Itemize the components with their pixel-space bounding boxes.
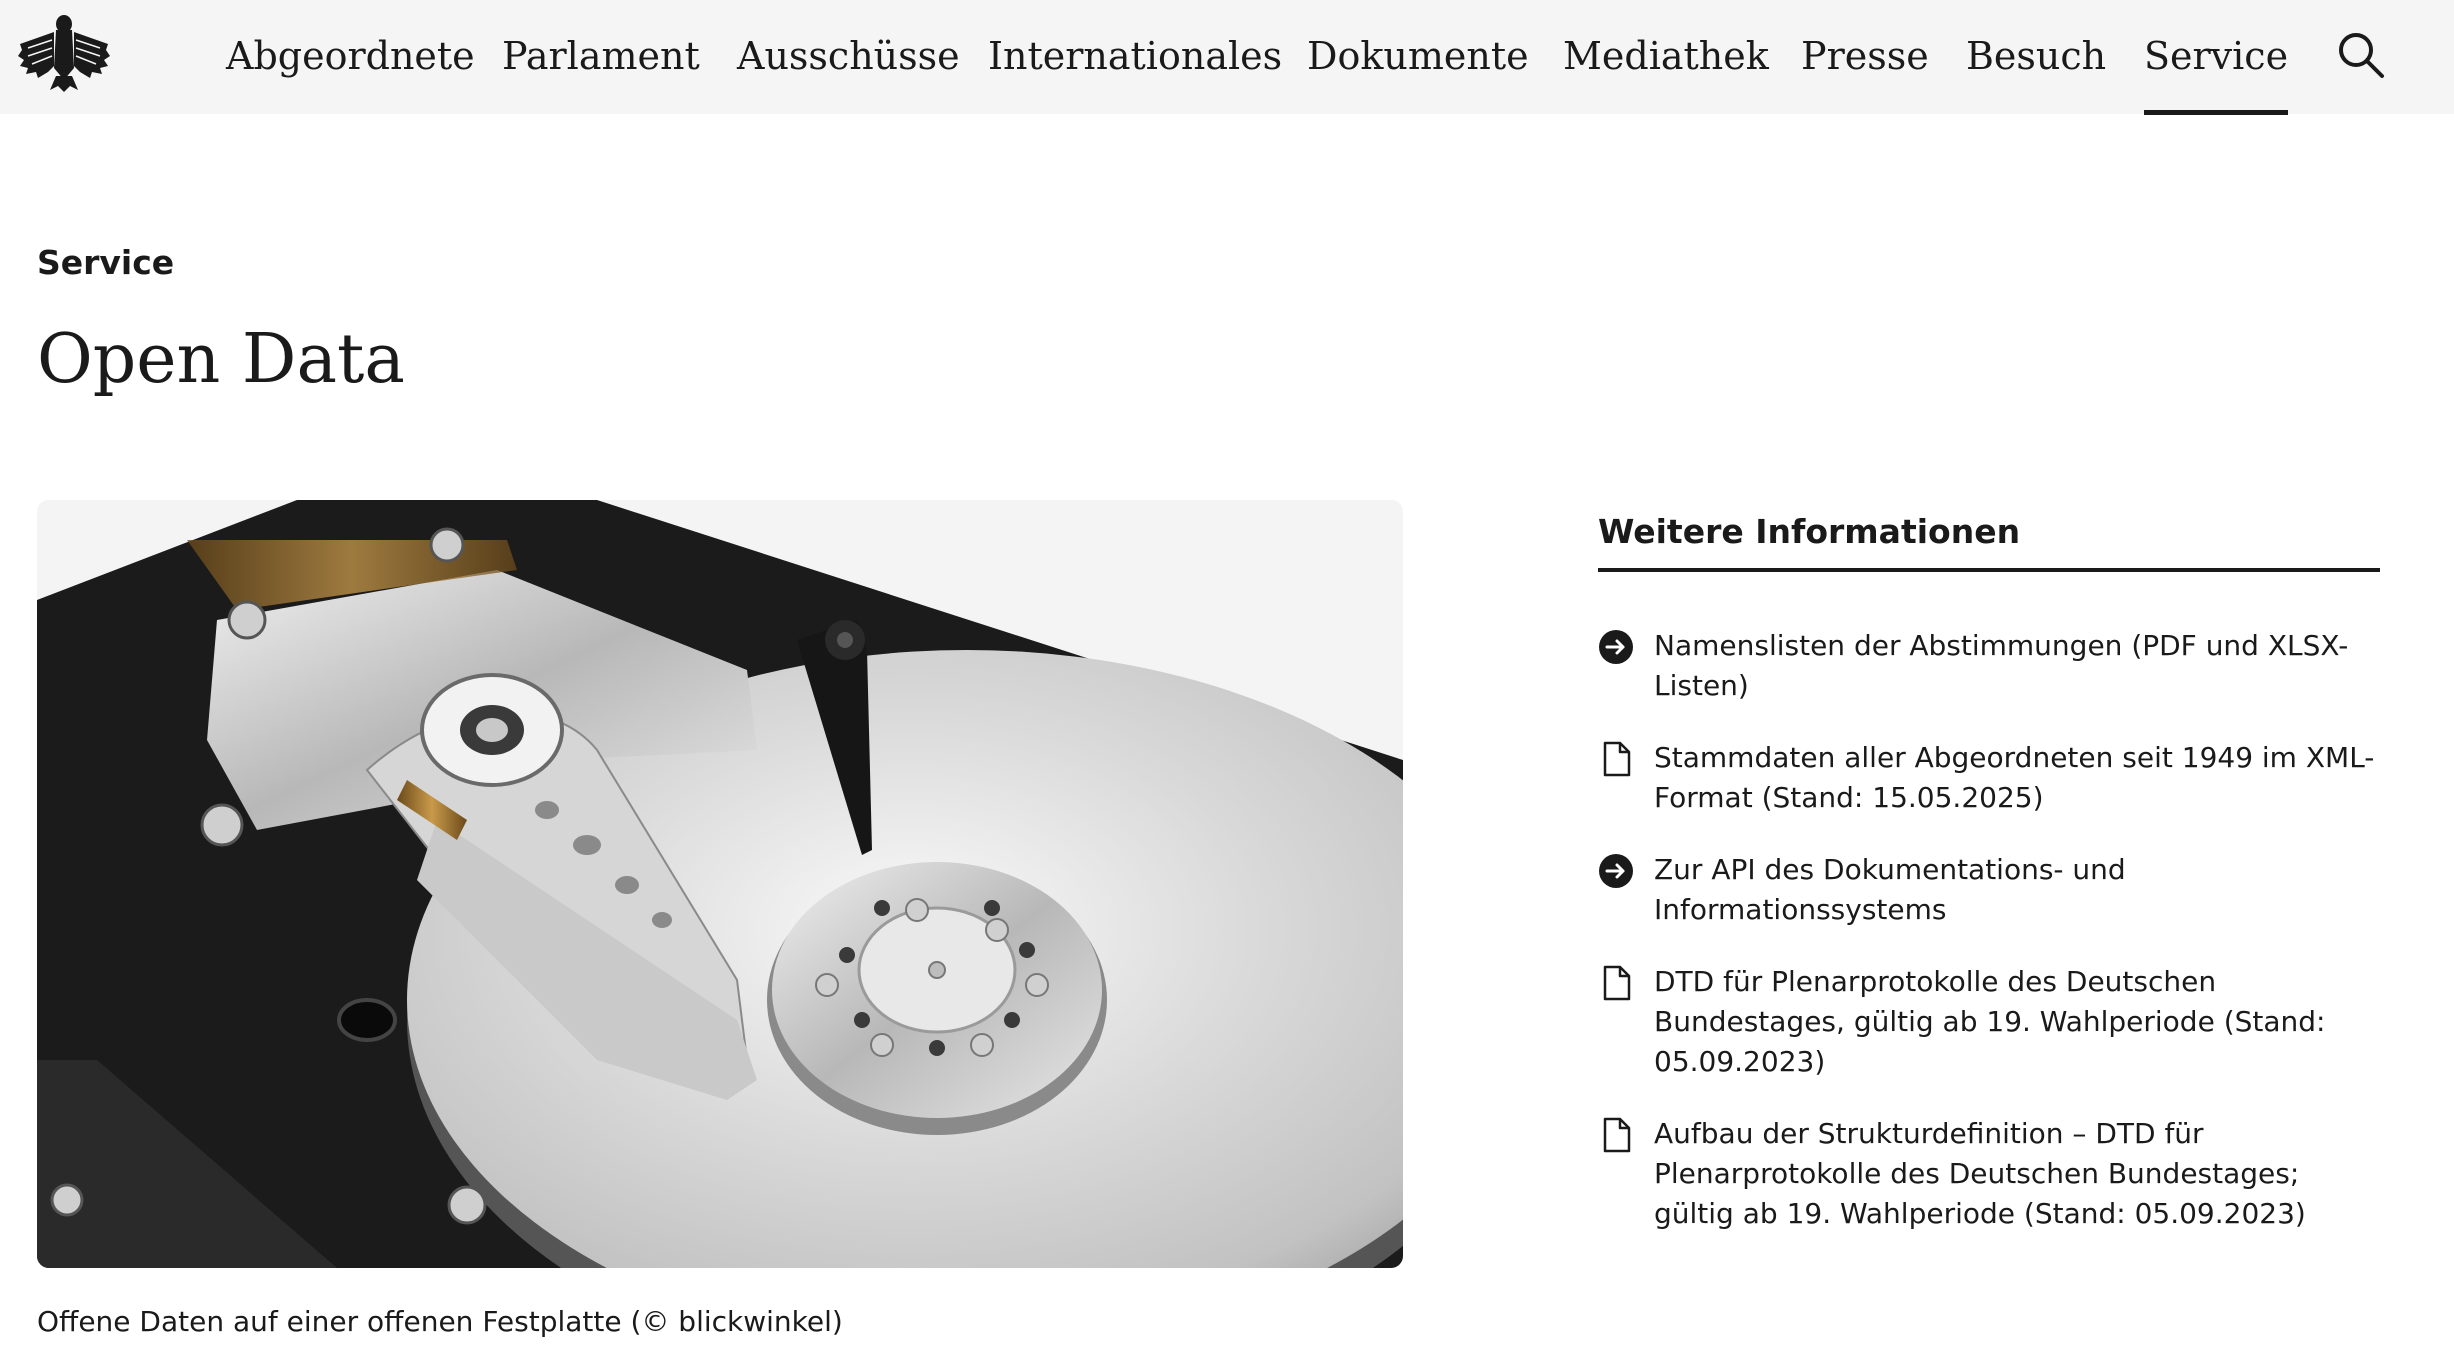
- search-icon[interactable]: [2336, 30, 2386, 80]
- link-label: Zur API des Dokumentations- und Informat…: [1654, 853, 2126, 926]
- nav-item-service[interactable]: Service: [2144, 28, 2289, 115]
- nav-item-ausschuesse[interactable]: Ausschüsse: [737, 28, 960, 88]
- nav-item-presse[interactable]: Presse: [1801, 28, 1929, 88]
- nav-item-parlament[interactable]: Parlament: [502, 28, 700, 88]
- link-label: DTD für Plenarprotokolle des Deutschen B…: [1654, 965, 2326, 1078]
- document-icon: [1598, 1117, 1634, 1153]
- nav-item-abgeordnete[interactable]: Abgeordnete: [226, 28, 475, 88]
- link-list: Namenslisten der Abstimmungen (PDF und X…: [1598, 626, 2380, 1234]
- link-dtd-plenarprotokolle[interactable]: DTD für Plenarprotokolle des Deutschen B…: [1598, 962, 2380, 1082]
- panel-title: Weitere Informationen: [1598, 512, 2021, 551]
- link-label: Stammdaten aller Abgeordneten seit 1949 …: [1654, 741, 2375, 814]
- section-label: Service: [37, 243, 175, 282]
- arrow-circle-icon: [1598, 853, 1634, 889]
- nav-item-internationales[interactable]: Internationales: [988, 28, 1282, 88]
- hero-image: [37, 500, 1403, 1268]
- link-stammdaten[interactable]: Stammdaten aller Abgeordneten seit 1949 …: [1598, 738, 2380, 818]
- document-icon: [1598, 741, 1634, 777]
- further-information-panel: Weitere Informationen Namenslisten der A…: [1598, 500, 2380, 1266]
- nav-item-mediathek[interactable]: Mediathek: [1563, 28, 1769, 88]
- nav-item-besuch[interactable]: Besuch: [1966, 28, 2106, 88]
- document-icon: [1598, 965, 1634, 1001]
- link-strukturdefinition[interactable]: Aufbau der Strukturdefinition – DTD für …: [1598, 1114, 2380, 1234]
- link-namenslisten[interactable]: Namenslisten der Abstimmungen (PDF und X…: [1598, 626, 2380, 706]
- panel-divider: [1598, 568, 2380, 572]
- nav-item-dokumente[interactable]: Dokumente: [1307, 28, 1529, 88]
- image-caption: Offene Daten auf einer offenen Festplatt…: [37, 1305, 843, 1338]
- link-label: Aufbau der Strukturdefinition – DTD für …: [1654, 1117, 2306, 1230]
- arrow-circle-icon: [1598, 629, 1634, 665]
- top-navigation-bar: Abgeordnete Parlament Ausschüsse Interna…: [0, 0, 2454, 115]
- main-navigation: Abgeordnete Parlament Ausschüsse Interna…: [0, 0, 2454, 115]
- link-api[interactable]: Zur API des Dokumentations- und Informat…: [1598, 850, 2380, 930]
- page-title: Open Data: [37, 320, 405, 399]
- link-label: Namenslisten der Abstimmungen (PDF und X…: [1654, 629, 2349, 702]
